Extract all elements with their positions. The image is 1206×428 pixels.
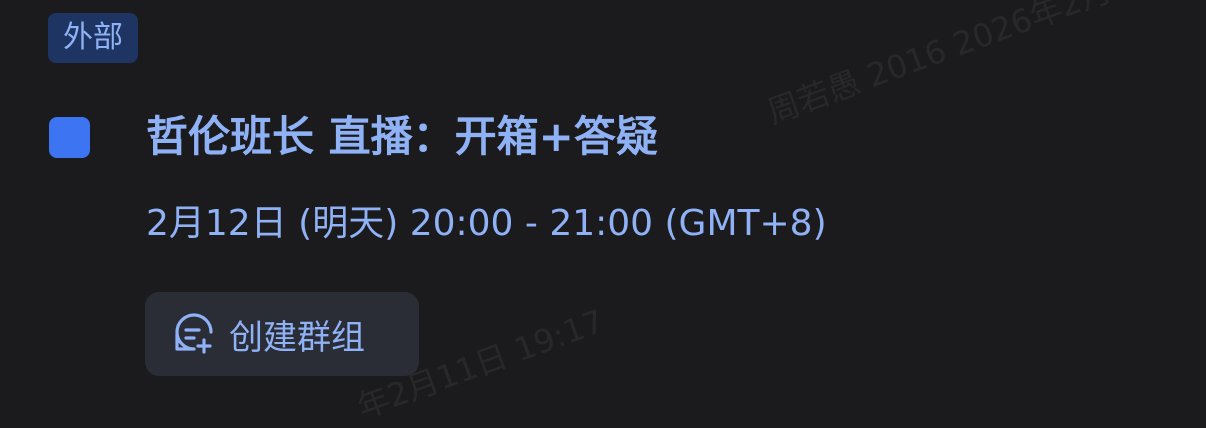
- chat-add-icon: [171, 311, 217, 357]
- calendar-color-square: [49, 117, 90, 158]
- watermark-text: 周若愚 2016 2026年2月: [762, 0, 1117, 132]
- create-group-button[interactable]: 创建群组: [145, 292, 419, 376]
- external-badge: 外部: [48, 13, 138, 63]
- event-time: 2月12日 (明天) 20:00 - 21:00 (GMT+8): [146, 203, 827, 244]
- create-group-label: 创建群组: [229, 317, 365, 358]
- event-title: 哲伦班长 直播：开箱+答疑: [146, 112, 658, 161]
